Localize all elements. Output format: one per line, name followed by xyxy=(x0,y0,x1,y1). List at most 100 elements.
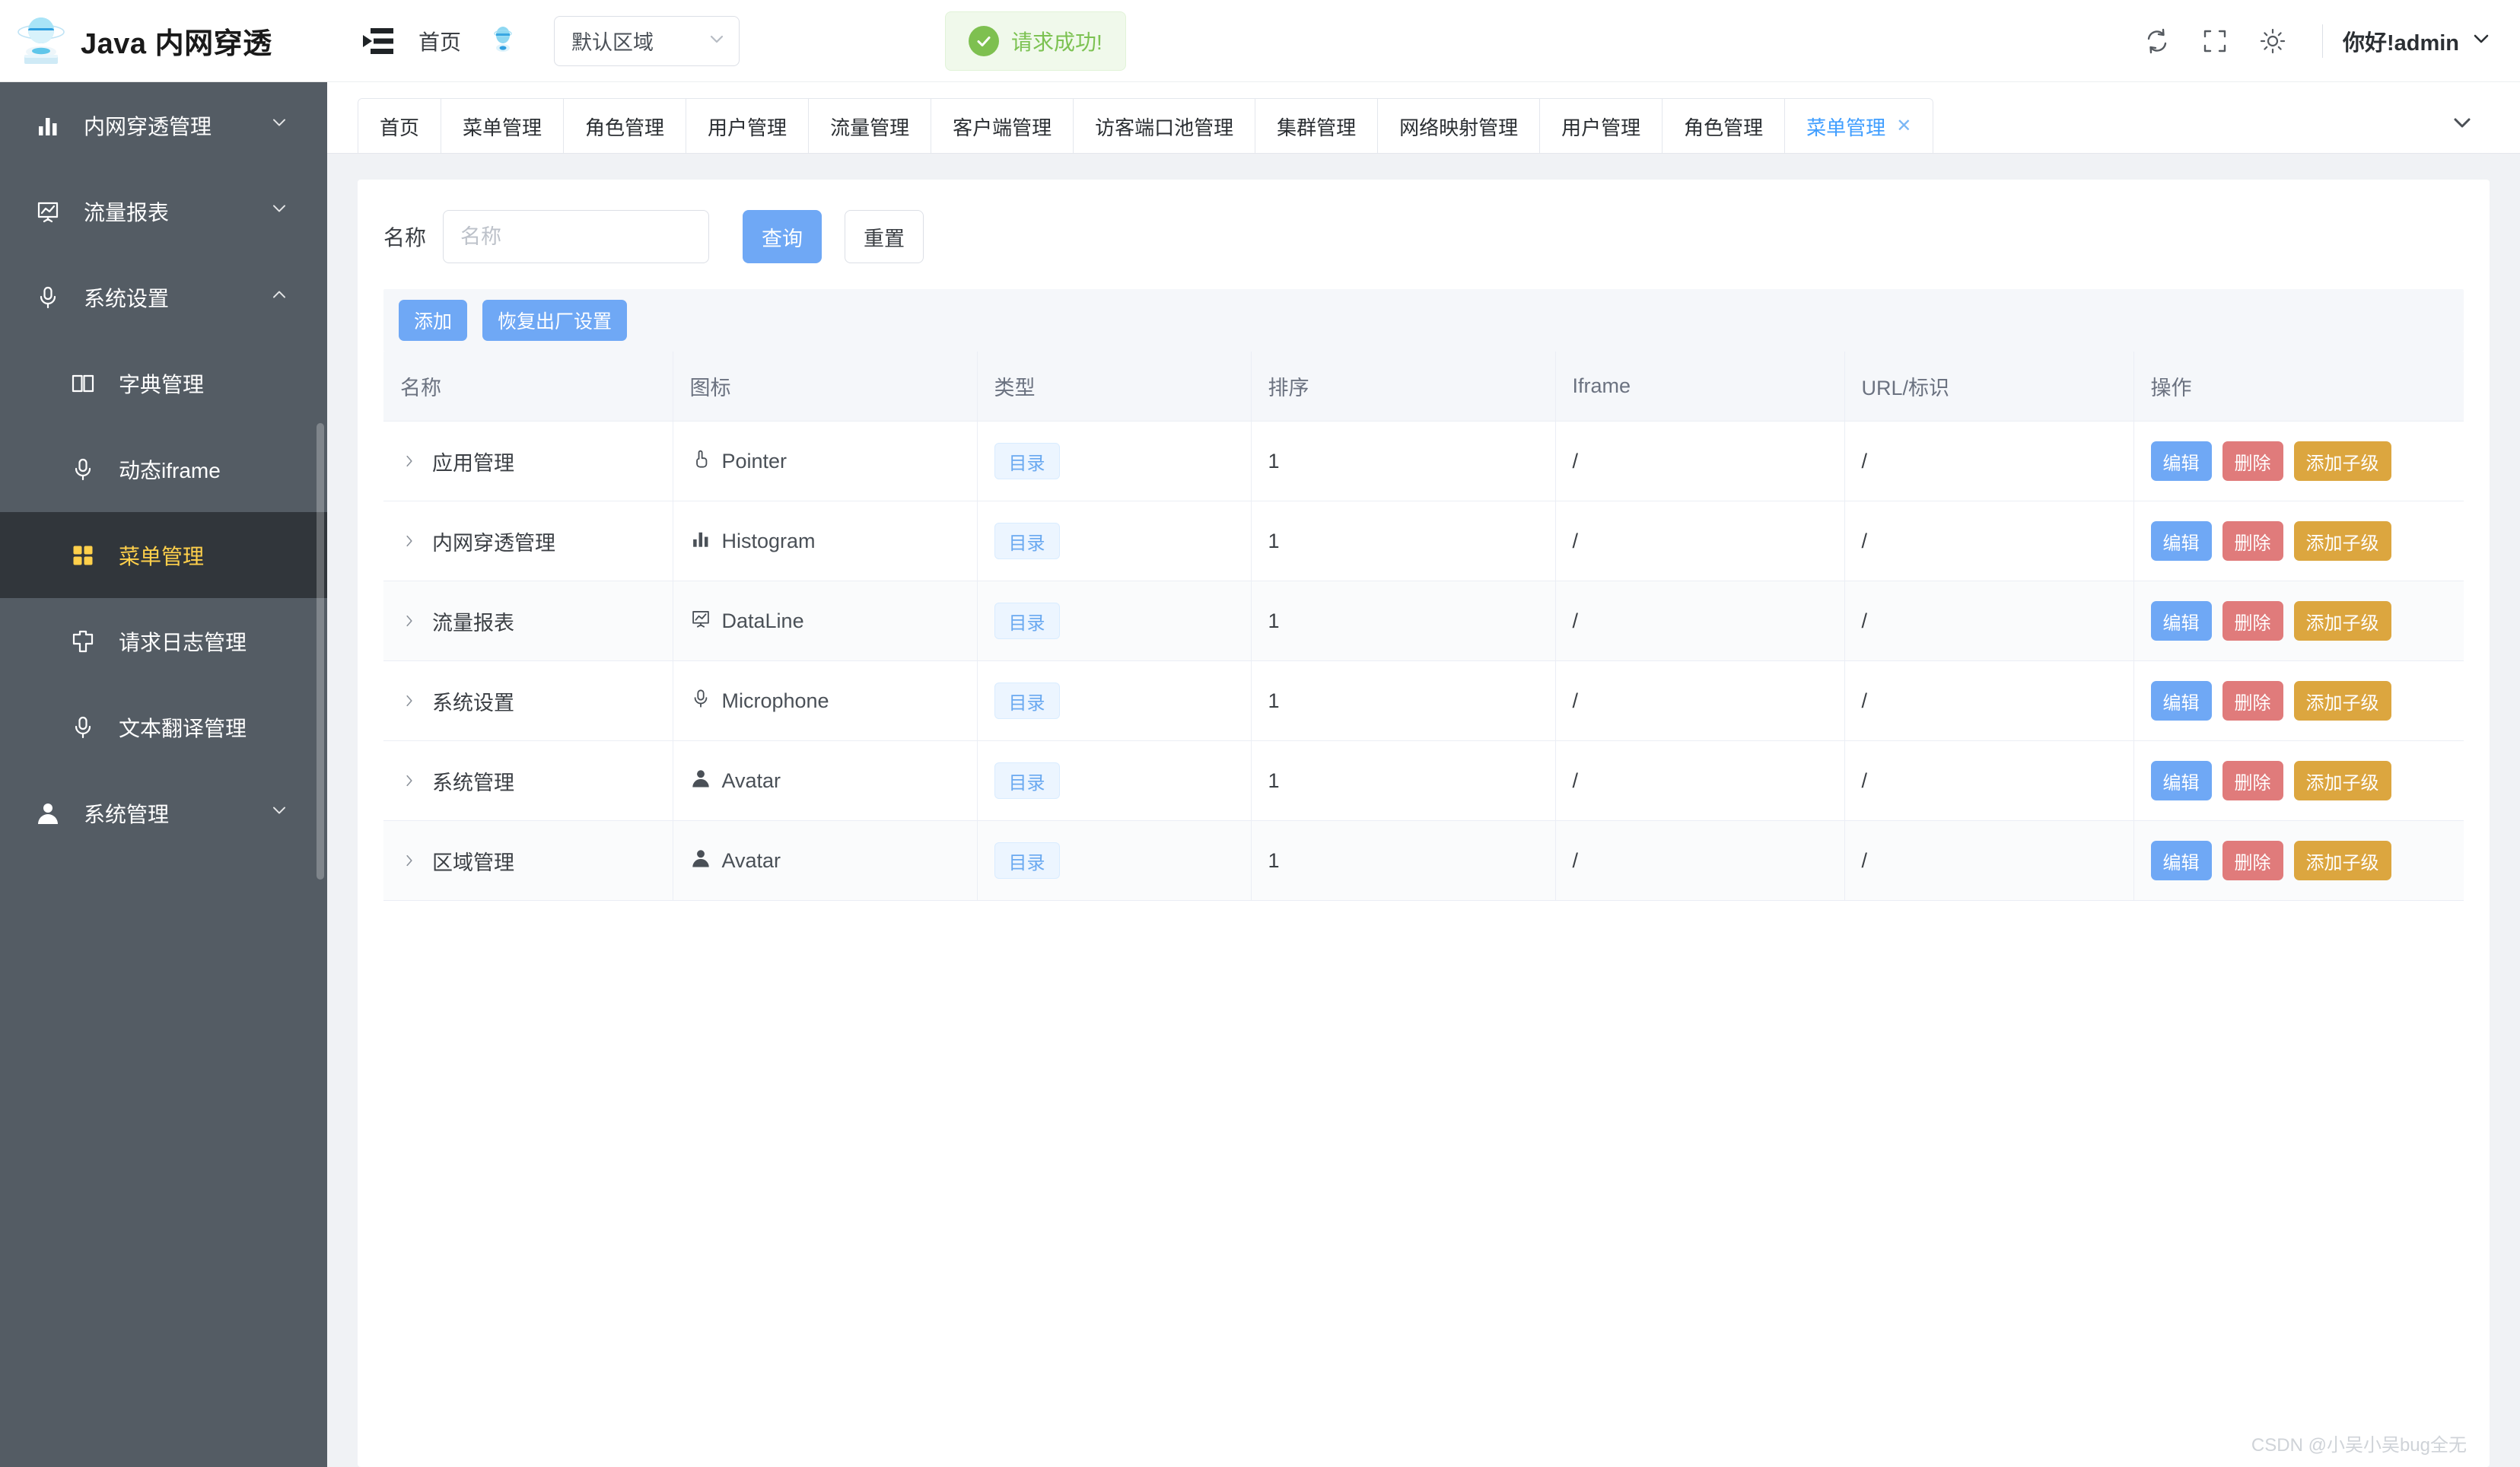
add-button[interactable]: 添加 xyxy=(399,300,468,341)
cell-sort: 1 xyxy=(1251,421,1556,501)
table-row[interactable]: 系统管理 Avatar 目录 1 / / 编辑 删除 添加子级 xyxy=(383,740,2464,821)
table-row[interactable]: 区域管理 Avatar 目录 1 / / 编辑 删除 添加子级 xyxy=(383,820,2464,901)
cell-type: 目录 xyxy=(977,501,1252,581)
globe-satellite-icon[interactable] xyxy=(485,24,520,59)
tabs-more-dropdown[interactable] xyxy=(2444,104,2480,141)
cell-iframe: / xyxy=(1555,820,1845,901)
column-header-4: Iframe xyxy=(1555,352,1845,422)
close-icon[interactable]: ✕ xyxy=(1896,117,1911,135)
tab-9[interactable]: 用户管理 xyxy=(1540,99,1663,153)
delete-button[interactable]: 删除 xyxy=(2222,601,2283,641)
table-row[interactable]: 系统设置 Microphone 目录 1 / / 编辑 删除 添加子级 xyxy=(383,660,2464,741)
restore-defaults-button[interactable]: 恢复出厂设置 xyxy=(482,300,628,341)
sidebar: Java 内网穿透 内网穿透管理 流量报表 系统设置 字典管理 动态iframe 菜单管理… xyxy=(0,0,327,1467)
cell-sort: 1 xyxy=(1251,581,1556,661)
sidebar-item-4[interactable]: 动态iframe xyxy=(0,426,327,512)
table-row[interactable]: 流量报表 DataLine 目录 1 / / 编辑 删除 添加子级 xyxy=(383,581,2464,661)
tab-label: 访客端口池管理 xyxy=(1095,116,1234,139)
filter-name-label: 名称 xyxy=(383,226,427,250)
dataline-icon xyxy=(690,608,711,635)
collapse-menu-icon[interactable] xyxy=(358,21,399,62)
histogram-icon xyxy=(690,528,711,555)
user-menu[interactable]: 你好!admin xyxy=(2343,25,2493,57)
tab-11[interactable]: 菜单管理 ✕ xyxy=(1785,99,1933,153)
add-child-button[interactable]: 添加子级 xyxy=(2293,681,2391,721)
zone-select[interactable]: 默认区域 xyxy=(554,15,740,66)
tab-3[interactable]: 用户管理 xyxy=(686,99,810,153)
table-row[interactable]: 应用管理 Pointer 目录 1 / / 编辑 删除 添加子级 xyxy=(383,421,2464,501)
sidebar-item-0[interactable]: 内网穿透管理 xyxy=(0,82,327,168)
add-child-button[interactable]: 添加子级 xyxy=(2293,601,2391,641)
chevron-up-icon[interactable] xyxy=(268,283,291,311)
delete-button[interactable]: 删除 xyxy=(2222,521,2283,561)
delete-button[interactable]: 删除 xyxy=(2222,681,2283,721)
chevron-right-icon[interactable] xyxy=(400,692,418,710)
row-icon-name: Microphone xyxy=(721,689,829,712)
add-child-button[interactable]: 添加子级 xyxy=(2293,441,2391,481)
edit-button[interactable]: 编辑 xyxy=(2150,441,2212,481)
tab-8[interactable]: 网络映射管理 xyxy=(1378,99,1541,153)
edit-button[interactable]: 编辑 xyxy=(2150,521,2212,561)
tab-4[interactable]: 流量管理 xyxy=(809,99,932,153)
add-child-button[interactable]: 添加子级 xyxy=(2293,521,2391,561)
tab-2[interactable]: 角色管理 xyxy=(564,99,687,153)
delete-button[interactable]: 删除 xyxy=(2222,841,2283,880)
tab-label: 网络映射管理 xyxy=(1399,116,1519,139)
nav-home-link[interactable]: 首页 xyxy=(418,26,461,56)
sidebar-item-label: 请求日志管理 xyxy=(119,630,247,654)
log-icon xyxy=(70,628,100,654)
chevron-down-icon[interactable] xyxy=(268,111,291,139)
table-row[interactable]: 内网穿透管理 Histogram 目录 1 / / 编辑 删除 添加子级 xyxy=(383,501,2464,581)
tab-6[interactable]: 访客端口池管理 xyxy=(1074,99,1256,153)
cell-iframe: / xyxy=(1555,740,1845,821)
sidebar-item-6[interactable]: 请求日志管理 xyxy=(0,598,327,684)
tab-0[interactable]: 首页 xyxy=(358,99,442,153)
cell-url: / xyxy=(1844,421,2134,501)
refresh-icon[interactable] xyxy=(2133,18,2181,65)
top-navbar: 首页 默认区域 请求成功! 你好!admin xyxy=(327,0,2520,82)
cell-type: 目录 xyxy=(977,820,1252,901)
theme-sun-icon[interactable] xyxy=(2249,18,2296,65)
sidebar-item-2[interactable]: 系统设置 xyxy=(0,254,327,340)
delete-button[interactable]: 删除 xyxy=(2222,441,2283,481)
row-icon-name: Pointer xyxy=(721,449,788,473)
reset-button[interactable]: 重置 xyxy=(845,210,924,263)
chevron-down-icon[interactable] xyxy=(268,799,291,827)
tab-10[interactable]: 角色管理 xyxy=(1662,99,1786,153)
chevron-right-icon[interactable] xyxy=(400,532,418,550)
type-badge: 目录 xyxy=(994,683,1060,719)
delete-button[interactable]: 删除 xyxy=(2222,761,2283,800)
query-button[interactable]: 查询 xyxy=(743,210,822,263)
sidebar-item-7[interactable]: 文本翻译管理 xyxy=(0,684,327,770)
edit-button[interactable]: 编辑 xyxy=(2150,601,2212,641)
chevron-right-icon[interactable] xyxy=(400,851,418,870)
tab-5[interactable]: 客户端管理 xyxy=(931,99,1074,153)
cell-type: 目录 xyxy=(977,421,1252,501)
chevron-right-icon[interactable] xyxy=(400,452,418,470)
chevron-right-icon[interactable] xyxy=(400,772,418,790)
cell-sort: 1 xyxy=(1251,501,1556,581)
cell-icon: Avatar xyxy=(673,820,978,901)
sidebar-item-3[interactable]: 字典管理 xyxy=(0,340,327,426)
sidebar-item-1[interactable]: 流量报表 xyxy=(0,168,327,254)
sidebar-item-5[interactable]: 菜单管理 xyxy=(0,512,327,598)
chevron-right-icon[interactable] xyxy=(400,612,418,630)
table-toolbar: 添加 恢复出厂设置 xyxy=(383,289,2464,352)
add-child-button[interactable]: 添加子级 xyxy=(2293,761,2391,800)
tab-1[interactable]: 菜单管理 xyxy=(441,99,565,153)
tab-label: 菜单管理 xyxy=(463,116,542,139)
edit-button[interactable]: 编辑 xyxy=(2150,841,2212,880)
add-child-button[interactable]: 添加子级 xyxy=(2293,841,2391,880)
tab-7[interactable]: 集群管理 xyxy=(1255,99,1379,153)
book-icon xyxy=(70,371,100,396)
fullscreen-icon[interactable] xyxy=(2191,18,2238,65)
edit-button[interactable]: 编辑 xyxy=(2150,761,2212,800)
grid-icon xyxy=(70,543,100,568)
sidebar-scrollbar[interactable] xyxy=(317,423,324,880)
sidebar-item-8[interactable]: 系统管理 xyxy=(0,770,327,856)
search-input[interactable] xyxy=(443,210,710,263)
row-name: 内网穿透管理 xyxy=(432,531,555,555)
chevron-down-icon[interactable] xyxy=(268,197,291,225)
tab-label: 角色管理 xyxy=(585,116,665,139)
edit-button[interactable]: 编辑 xyxy=(2150,681,2212,721)
